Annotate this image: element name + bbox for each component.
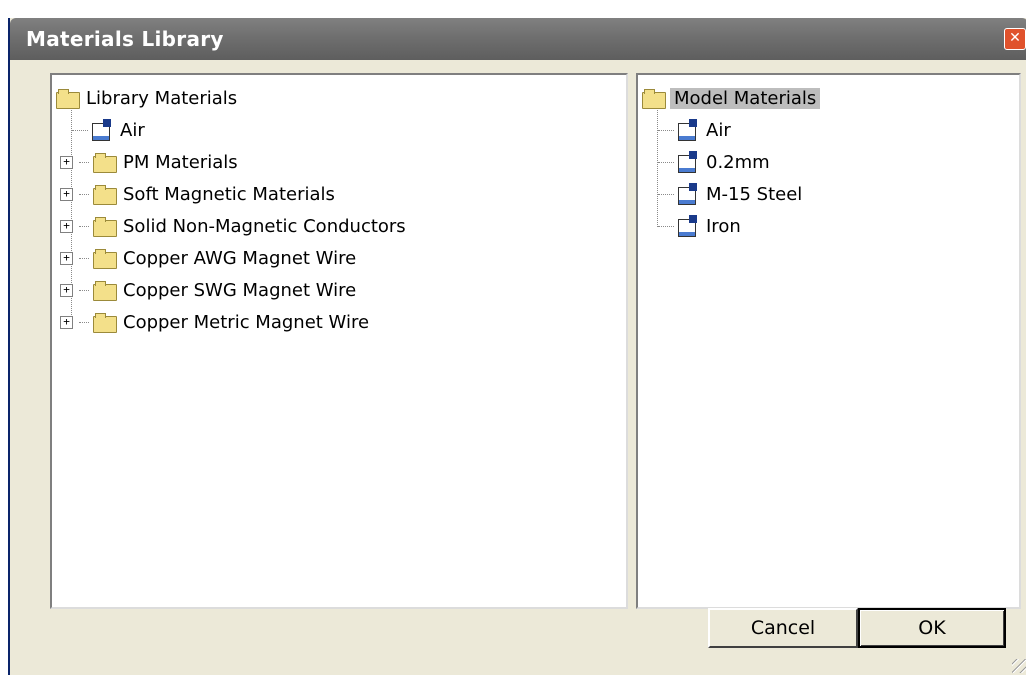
tree-connector-line	[658, 194, 674, 195]
tree-item-copper-awg-magnet-wire[interactable]: + Copper AWG Magnet Wire	[60, 245, 356, 271]
tree-item-label: 0.2mm	[706, 151, 770, 173]
close-icon: ✕	[1009, 30, 1021, 46]
open-folder-icon	[642, 89, 666, 109]
tree-item-label: Copper Metric Magnet Wire	[123, 311, 370, 333]
tree-item-label: Air	[706, 119, 731, 141]
tree-item-m-15-steel[interactable]: M-15 Steel	[676, 181, 802, 207]
tree-connector-line	[72, 130, 88, 131]
tree-root-library-materials[interactable]: Library Materials	[56, 85, 237, 111]
tree-item-label: Copper AWG Magnet Wire	[123, 247, 357, 269]
tree-item-label: Air	[120, 119, 145, 141]
tree-item-label: M-15 Steel	[706, 183, 803, 205]
tree-item-solid-non-magnetic-conductors[interactable]: + Solid Non-Magnetic Conductors	[60, 213, 406, 239]
tree-item-label: Solid Non-Magnetic Conductors	[123, 215, 406, 237]
tree-item-label: PM Materials	[123, 151, 238, 173]
ok-button[interactable]: OK	[858, 608, 1006, 648]
tree-item-copper-metric-magnet-wire[interactable]: + Copper Metric Magnet Wire	[60, 309, 369, 335]
folder-icon	[93, 281, 117, 301]
window-title: Materials Library	[26, 27, 224, 51]
title-bar[interactable]: Materials Library ✕	[10, 18, 1026, 60]
tree-connector-line	[658, 130, 674, 131]
tree-item-label: Iron	[706, 215, 741, 237]
resize-grip-icon[interactable]	[1012, 659, 1026, 673]
expand-icon[interactable]: +	[60, 251, 73, 265]
tree-item-0-2mm[interactable]: 0.2mm	[676, 149, 770, 175]
tree-root-model-materials[interactable]: Model Materials	[642, 85, 821, 111]
tree-item-label: Soft Magnetic Materials	[123, 183, 335, 205]
tree-item-iron[interactable]: Iron	[676, 213, 741, 239]
expand-icon[interactable]: +	[60, 187, 73, 201]
expand-icon[interactable]: +	[60, 155, 73, 169]
library-materials-panel[interactable]: Library Materials Air + PM Materials + S…	[50, 73, 628, 609]
folder-icon	[93, 249, 117, 269]
cancel-button[interactable]: Cancel	[708, 608, 858, 648]
material-icon	[676, 215, 700, 237]
tree-root-label: Library Materials	[86, 87, 238, 109]
folder-icon	[93, 153, 117, 173]
tree-item-air[interactable]: Air	[90, 117, 145, 143]
tree-item-soft-magnetic-materials[interactable]: + Soft Magnetic Materials	[60, 181, 335, 207]
model-materials-tree: Model Materials Air 0.2mm M-15 Steel Iro…	[638, 75, 1019, 607]
tree-item-label: Copper SWG Magnet Wire	[123, 279, 357, 301]
tree-item-copper-swg-magnet-wire[interactable]: + Copper SWG Magnet Wire	[60, 277, 356, 303]
model-materials-panel[interactable]: Model Materials Air 0.2mm M-15 Steel Iro…	[636, 73, 1021, 609]
material-icon	[676, 151, 700, 173]
material-icon	[90, 119, 114, 141]
tree-connector-line	[658, 162, 674, 163]
expand-icon[interactable]: +	[60, 219, 73, 233]
tree-item-air[interactable]: Air	[676, 117, 731, 143]
close-button[interactable]: ✕	[1004, 28, 1026, 50]
folder-icon	[93, 185, 117, 205]
materials-library-dialog: Materials Library ✕ Library Materials Ai…	[8, 18, 1026, 675]
tree-connector-line	[657, 107, 658, 227]
material-icon	[676, 183, 700, 205]
folder-icon	[93, 217, 117, 237]
folder-icon	[93, 313, 117, 333]
tree-root-label: Model Materials	[670, 87, 821, 109]
tree-connector-line	[658, 226, 674, 227]
open-folder-icon	[56, 89, 80, 109]
material-icon	[676, 119, 700, 141]
expand-icon[interactable]: +	[60, 315, 73, 329]
tree-item-pm-materials[interactable]: + PM Materials	[60, 149, 238, 175]
expand-icon[interactable]: +	[60, 283, 73, 297]
library-materials-tree: Library Materials Air + PM Materials + S…	[52, 75, 626, 607]
